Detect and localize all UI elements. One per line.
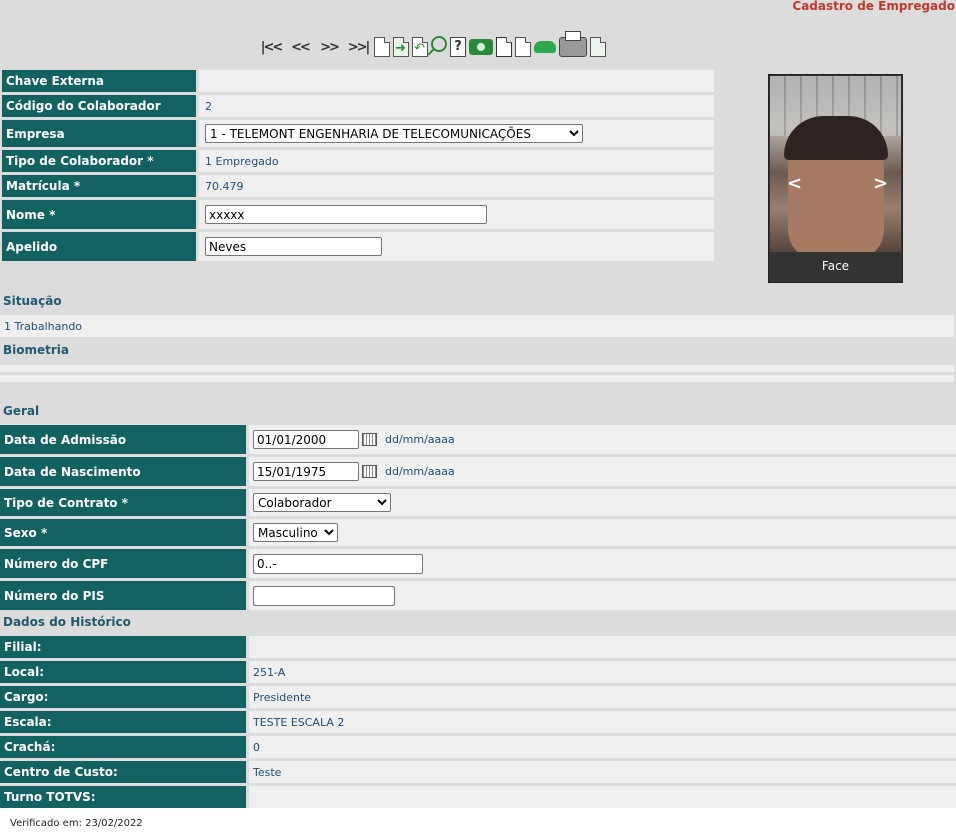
row-tipo-contrato: Tipo de Contrato * Colaborador xyxy=(0,489,956,516)
row-sexo: Sexo * Masculino xyxy=(0,519,956,546)
admissao-input[interactable] xyxy=(253,430,359,449)
prev-record-button[interactable]: << xyxy=(287,36,313,58)
new-document-icon[interactable] xyxy=(374,36,390,58)
nome-input[interactable] xyxy=(205,205,487,224)
tipo-colaborador-value: 1 Empregado xyxy=(199,150,714,172)
pis-label: Número do PIS xyxy=(0,581,246,610)
apelido-label: Apelido xyxy=(2,232,196,261)
historico-label: Cargo: xyxy=(0,686,246,708)
calendar-icon[interactable] xyxy=(362,465,377,478)
biometria-row-2 xyxy=(0,375,954,382)
codigo-value: 2 xyxy=(199,95,714,117)
historico-row-centro-custo: Centro de Custo: Teste xyxy=(0,761,956,783)
historico-label: Local: xyxy=(0,661,246,683)
calendar-icon[interactable] xyxy=(362,433,377,446)
row-admissao: Data de Admissão dd/mm/aaaa xyxy=(0,425,956,454)
situacao-value: 1 Trabalhando xyxy=(0,315,954,337)
verified-date: Verificado em: 23/02/2022 xyxy=(10,818,143,829)
photo-next-button[interactable]: > xyxy=(873,173,888,194)
historico-value: 251-A xyxy=(249,661,956,683)
historico-value xyxy=(249,636,956,658)
next-record-button[interactable]: >> xyxy=(316,36,342,58)
apelido-input[interactable] xyxy=(205,237,382,256)
nascimento-label: Data de Nascimento xyxy=(0,457,246,486)
help-icon[interactable]: ? xyxy=(450,36,466,58)
matricula-label: Matrícula * xyxy=(2,175,196,197)
tipo-contrato-label: Tipo de Contrato * xyxy=(0,489,246,516)
historico-label: Centro de Custo: xyxy=(0,761,246,783)
chave-externa-label: Chave Externa xyxy=(2,70,196,92)
first-record-button[interactable]: |<< xyxy=(258,36,284,58)
row-cpf: Número do CPF xyxy=(0,549,956,578)
geral-title: Geral xyxy=(3,404,40,418)
situacao-title: Situação xyxy=(3,294,62,308)
historico-label: Turno TOTVS: xyxy=(0,786,246,808)
historico-title: Dados do Histórico xyxy=(3,615,131,629)
tipo-contrato-select[interactable]: Colaborador xyxy=(253,493,391,512)
admissao-label: Data de Admissão xyxy=(0,425,246,454)
undo-document-icon[interactable]: ↶ xyxy=(412,36,428,58)
save-document-icon[interactable]: ➜ xyxy=(393,36,409,58)
photo-prev-button[interactable]: < xyxy=(787,173,802,194)
printer-icon[interactable] xyxy=(559,31,587,58)
report-icon[interactable] xyxy=(496,36,512,58)
historico-value: Presidente xyxy=(249,686,956,708)
list-document-icon[interactable] xyxy=(515,36,531,58)
row-codigo: Código do Colaborador 2 xyxy=(2,95,714,117)
tipo-colaborador-label: Tipo de Colaborador * xyxy=(2,150,196,172)
historico-row-cracha: Crachá: 0 xyxy=(0,736,956,758)
empresa-select[interactable]: 1 - TELEMONT ENGENHARIA DE TELECOMUNICAÇ… xyxy=(205,124,583,143)
footer-area xyxy=(0,808,956,838)
historico-row-turno: Turno TOTVS: xyxy=(0,786,956,808)
chave-externa-value xyxy=(199,70,714,92)
historico-value xyxy=(249,786,956,808)
photo-viewer: < > Face xyxy=(768,74,903,283)
row-apelido: Apelido xyxy=(2,232,714,261)
biometria-row-1 xyxy=(0,365,954,372)
camera-icon[interactable] xyxy=(469,36,493,58)
nascimento-input[interactable] xyxy=(253,462,359,481)
row-pis: Número do PIS xyxy=(0,581,956,610)
nascimento-hint: dd/mm/aaaa xyxy=(385,465,455,478)
codigo-label: Código do Colaborador xyxy=(2,95,196,117)
historico-row-filial: Filial: xyxy=(0,636,956,658)
row-nascimento: Data de Nascimento dd/mm/aaaa xyxy=(0,457,956,486)
last-record-button[interactable]: >>| xyxy=(345,36,371,58)
export-document-icon[interactable] xyxy=(590,36,606,58)
matricula-value: 70.479 xyxy=(199,175,714,197)
row-empresa: Empresa 1 - TELEMONT ENGENHARIA DE TELEC… xyxy=(2,120,714,147)
pis-input[interactable] xyxy=(253,585,395,606)
biometria-title: Biometria xyxy=(3,343,70,357)
historico-label: Escala: xyxy=(0,711,246,733)
admissao-hint: dd/mm/aaaa xyxy=(385,433,455,446)
sexo-select[interactable]: Masculino xyxy=(253,523,338,542)
historico-row-cargo: Cargo: Presidente xyxy=(0,686,956,708)
car-icon[interactable] xyxy=(534,36,556,58)
historico-row-local: Local: 251-A xyxy=(0,661,956,683)
historico-value: TESTE ESCALA 2 xyxy=(249,711,956,733)
nome-label: Nome * xyxy=(2,200,196,229)
cpf-label: Número do CPF xyxy=(0,549,246,578)
cpf-input[interactable] xyxy=(253,553,423,574)
row-nome: Nome * xyxy=(2,200,714,229)
row-chave-externa: Chave Externa xyxy=(2,70,714,92)
face-photo xyxy=(770,76,901,252)
sexo-label: Sexo * xyxy=(0,519,246,546)
row-tipo-colaborador: Tipo de Colaborador * 1 Empregado xyxy=(2,150,714,172)
historico-value: Teste xyxy=(249,761,956,783)
row-matricula: Matrícula * 70.479 xyxy=(2,175,714,197)
toolbar: |<< << >> >>| ➜ ↶ ? xyxy=(258,31,606,59)
historico-label: Crachá: xyxy=(0,736,246,758)
photo-caption: Face xyxy=(821,259,850,273)
empresa-label: Empresa xyxy=(2,120,196,147)
historico-value: 0 xyxy=(249,736,956,758)
search-icon[interactable] xyxy=(431,36,447,58)
historico-row-escala: Escala: TESTE ESCALA 2 xyxy=(0,711,956,733)
historico-label: Filial: xyxy=(0,636,246,658)
page-title: Cadastro de Empregado xyxy=(792,0,955,13)
